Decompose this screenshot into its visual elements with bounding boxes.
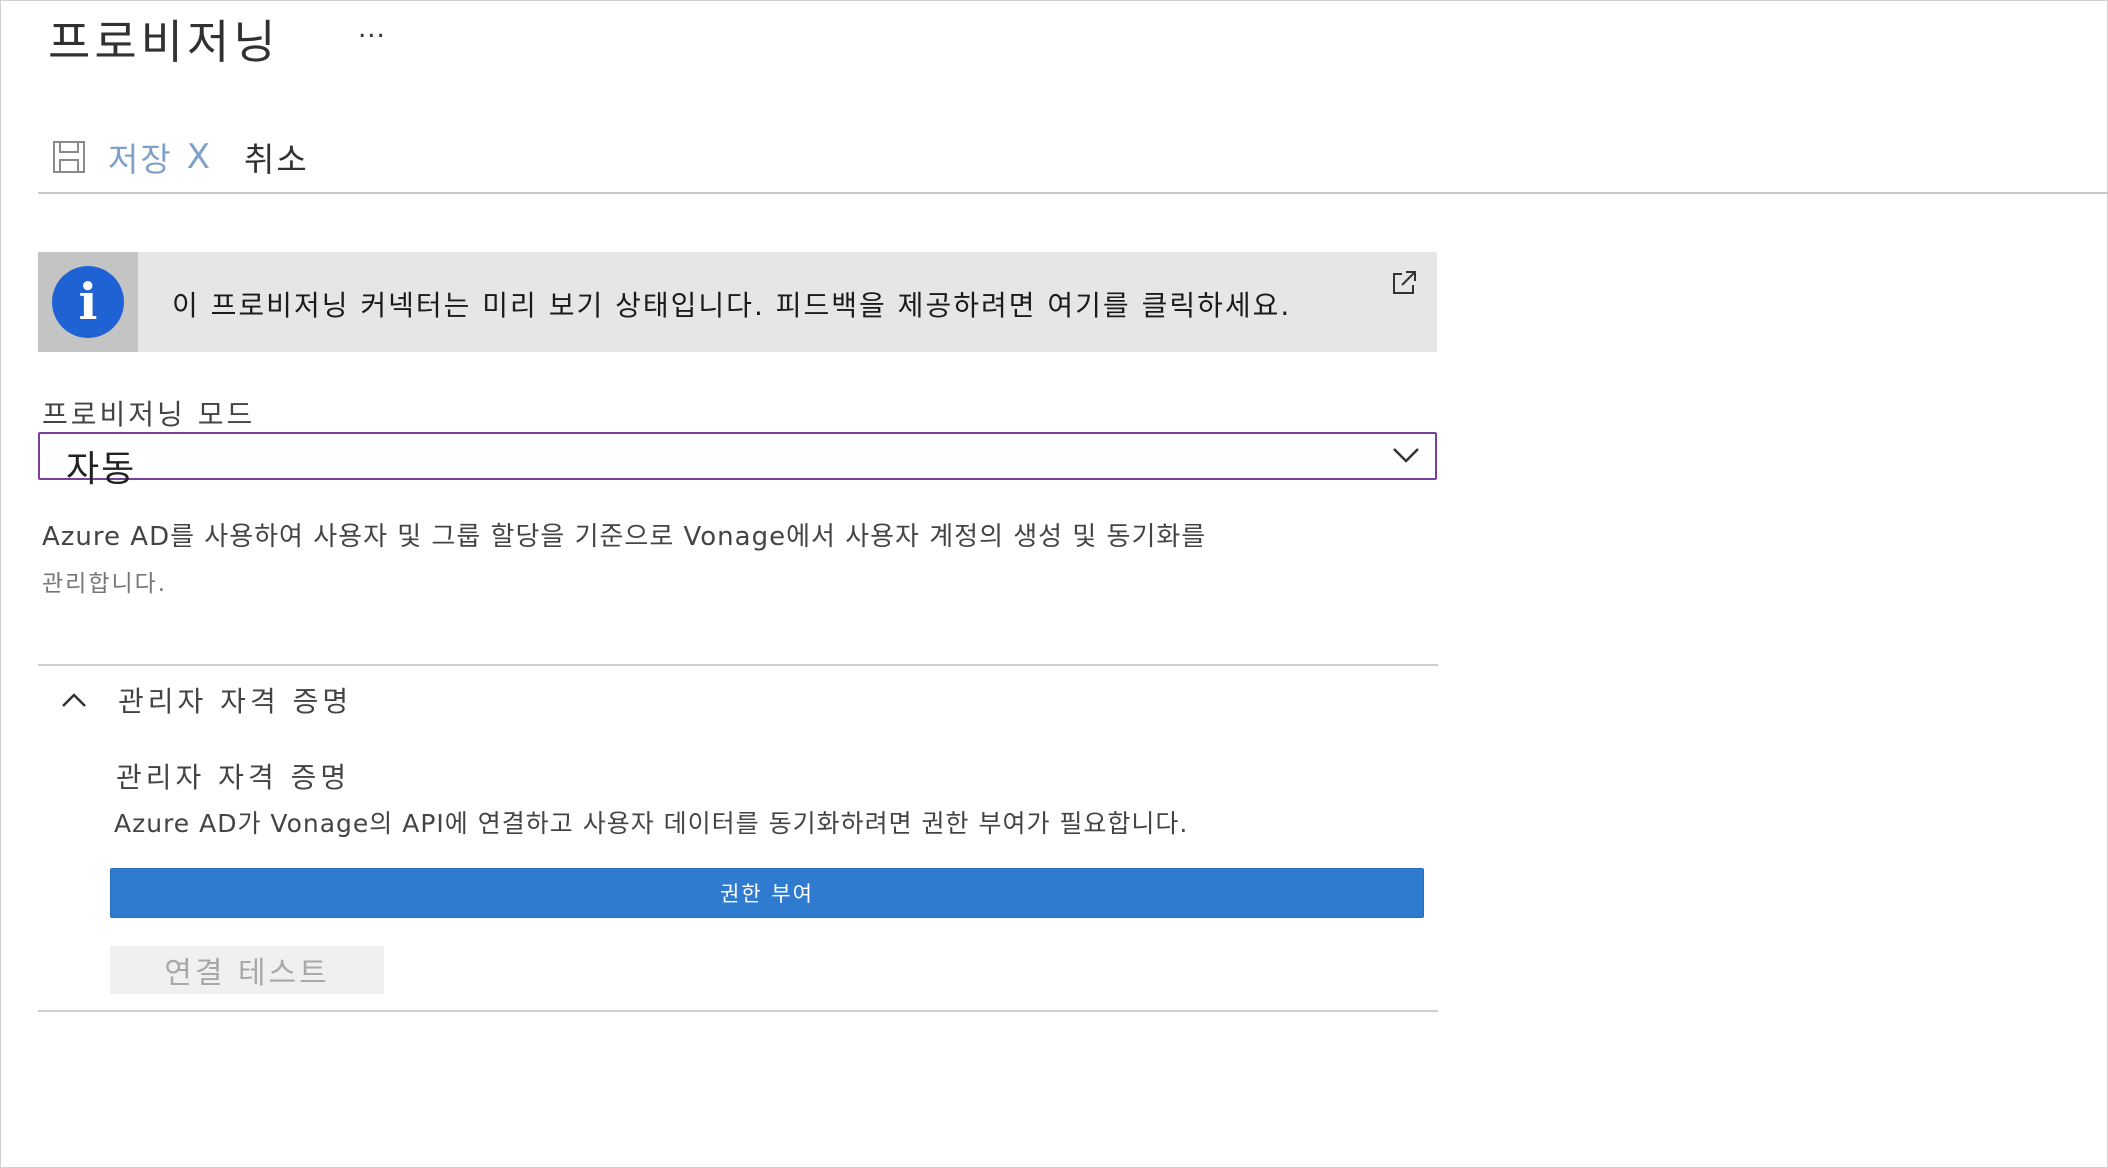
section-divider-top xyxy=(38,664,1438,666)
admin-credentials-description: Azure AD가 Vonage의 API에 연결하고 사용자 데이터를 동기화… xyxy=(114,809,1189,838)
preview-info-banner[interactable]: i 이 프로비저닝 커넥터는 미리 보기 상태입니다. 피드백을 제공하려면 여… xyxy=(38,252,1437,352)
cancel-button[interactable]: 취소 xyxy=(244,133,309,181)
provisioning-mode-dropdown[interactable]: 자동 xyxy=(38,432,1437,490)
admin-credentials-section-title: 관리자 자격 증명 xyxy=(118,685,353,718)
chevron-down-icon xyxy=(1393,448,1419,463)
save-label: 저장 xyxy=(108,140,173,179)
more-options-button[interactable]: ... xyxy=(358,14,386,44)
provisioning-mode-label: 프로비저닝 모드 xyxy=(42,398,256,431)
save-icon xyxy=(53,141,85,173)
test-connection-button: 연결 테스트 xyxy=(110,946,384,994)
command-bar: 저장 X 취소 xyxy=(52,132,309,182)
cancel-x-icon[interactable]: X xyxy=(187,137,210,177)
section-divider-bottom xyxy=(38,1010,1438,1012)
provisioning-mode-description-cont: 관리합니다. xyxy=(42,571,168,597)
toolbar-divider xyxy=(38,192,2108,194)
authorize-button[interactable]: 권한 부여 xyxy=(110,868,1424,918)
admin-credentials-title: 관리자 자격 증명 xyxy=(116,761,351,794)
chevron-up-icon xyxy=(62,693,86,707)
admin-credentials-toggle[interactable]: 관리자 자격 증명 xyxy=(60,680,352,720)
info-icon-container: i xyxy=(38,252,138,352)
page-title: 프로비저닝 xyxy=(48,15,280,69)
info-banner-text[interactable]: 이 프로비저닝 커넥터는 미리 보기 상태입니다. 피드백을 제공하려면 여기를… xyxy=(172,284,1291,324)
external-link-icon[interactable] xyxy=(1389,268,1419,298)
info-icon: i xyxy=(52,266,124,338)
provisioning-mode-description: Azure AD를 사용하여 사용자 및 그룹 할당을 기준으로 Vonage에… xyxy=(42,522,1207,552)
provisioning-mode-value: 자동 xyxy=(66,449,137,490)
save-button[interactable]: 저장 xyxy=(52,133,173,181)
